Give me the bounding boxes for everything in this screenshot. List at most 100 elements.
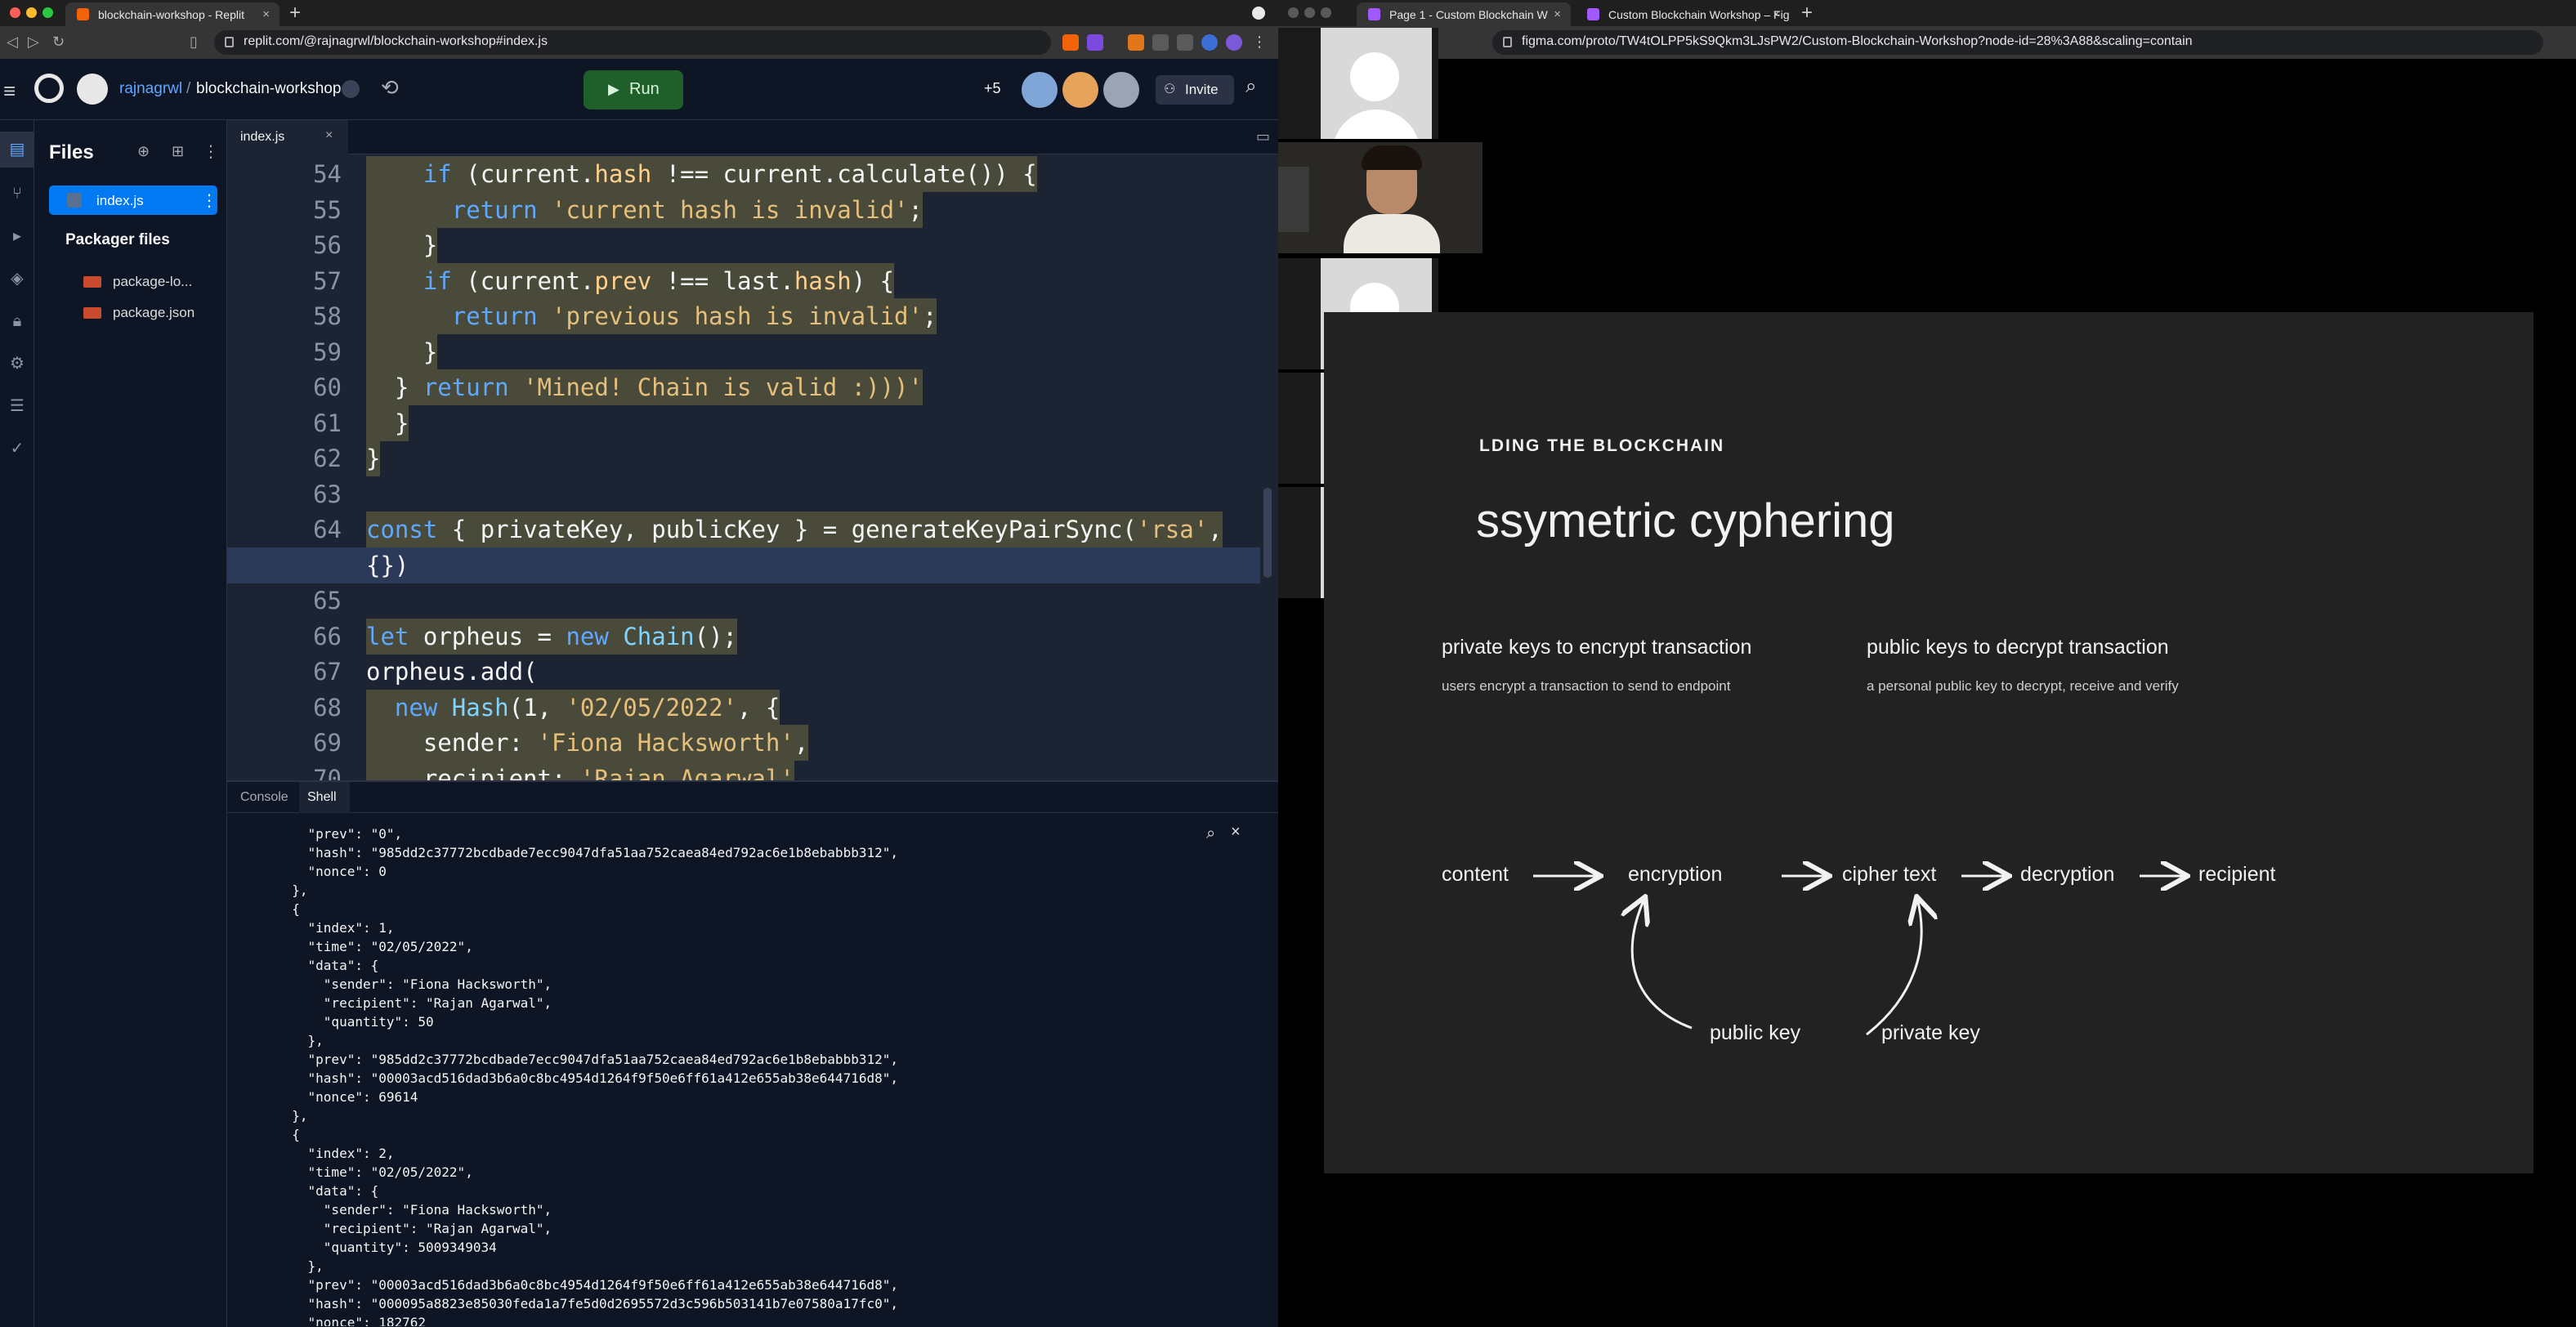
close-tab-icon[interactable]: × [1554, 7, 1561, 21]
menu-icon[interactable]: ⋮ [1252, 34, 1267, 51]
hamburger-icon[interactable]: ≡ [3, 78, 16, 104]
file-item-package-json[interactable]: package.json [83, 303, 222, 326]
new-file-icon[interactable]: ⊕ [137, 143, 150, 160]
minimize-window-button[interactable] [26, 7, 37, 18]
code-line[interactable]: 65 [227, 583, 1260, 619]
files-tool-icon[interactable]: ▤ [7, 140, 27, 159]
editor-layout-icon[interactable]: ▭ [1256, 128, 1270, 145]
tab-figma-page[interactable]: Page 1 - Custom Blockchain W × [1357, 2, 1571, 26]
profile-dot-icon[interactable] [1252, 7, 1265, 20]
url-field[interactable]: replit.com/@rajnagrwl/blockchain-worksho… [214, 30, 1051, 55]
tab-console[interactable]: Console [240, 790, 288, 805]
packages-icon[interactable]: ◈ [7, 269, 27, 288]
profile-avatar-icon[interactable] [1226, 34, 1242, 51]
close-tab-icon[interactable]: × [325, 128, 333, 143]
code-text: } [366, 333, 438, 370]
close-window-button[interactable] [1288, 7, 1299, 18]
version-control-icon[interactable]: ⑂ [7, 184, 27, 203]
shell-output-line: "data": { [276, 958, 379, 973]
code-text: {}) [366, 551, 409, 579]
avatar-icon[interactable] [1201, 34, 1218, 51]
minimize-window-button[interactable] [1304, 7, 1315, 18]
prototype-slide[interactable]: LDING THE BLOCKCHAIN ssymetric cyphering… [1324, 312, 2534, 1173]
close-tab-icon[interactable]: × [1773, 7, 1780, 21]
settings-gear-icon[interactable]: ⚙ [7, 354, 27, 373]
file-item-package-lock[interactable]: package-lo... [83, 272, 222, 295]
reload-icon[interactable]: ↻ [52, 34, 65, 51]
url-field[interactable]: figma.com/proto/TW4tOLPP5kS9Qkm3LJsPW2/C… [1492, 30, 2543, 55]
code-lines[interactable]: 54 if (current.hash !== current.calculat… [227, 154, 1260, 780]
user-avatar[interactable] [77, 74, 108, 105]
database-icon[interactable]: ☰ [7, 396, 27, 416]
code-line[interactable]: 54 if (current.hash !== current.calculat… [227, 156, 1260, 192]
code-line[interactable]: 58 return 'previous hash is invalid'; [227, 298, 1260, 334]
arrow-private-key-decryption [1866, 899, 1921, 1036]
zoom-window-button[interactable] [42, 7, 53, 18]
tab-replit[interactable]: blockchain-workshop - Replit × [65, 2, 280, 26]
collaborator-avatar[interactable] [1022, 72, 1058, 108]
code-line[interactable]: 62} [227, 440, 1260, 476]
history-icon[interactable]: ⟲ [381, 75, 399, 101]
tab-shell[interactable]: Shell [299, 782, 350, 813]
collaborator-avatar[interactable] [1103, 72, 1139, 108]
new-folder-icon[interactable]: ⊞ [172, 143, 184, 160]
code-line[interactable]: 70 recipient: 'Rajan Agarwal' [227, 760, 1260, 780]
extension-icon[interactable] [1152, 34, 1169, 51]
code-line[interactable]: 61 } [227, 404, 1260, 441]
replit-logo-icon[interactable] [34, 74, 64, 103]
secrets-lock-icon[interactable]: 🔒︎ [7, 311, 27, 331]
code-line[interactable]: 66 let orpheus = new Chain(); [227, 618, 1260, 655]
brave-rewards-icon[interactable] [1087, 34, 1103, 51]
participant-video-live[interactable] [1278, 142, 1483, 253]
code-editor[interactable]: index.js × ▭ 54 if (current.hash !== cur… [227, 120, 1278, 780]
file-menu-icon[interactable]: ⋮ [201, 190, 217, 211]
code-line[interactable]: 57 if (current.prev !== last.hash) { [227, 262, 1260, 299]
editor-scrollbar[interactable] [1263, 488, 1272, 578]
code-text: return 'current hash is invalid'; [366, 191, 923, 228]
code-line[interactable]: 69 sender: 'Fiona Hacksworth', [227, 725, 1260, 761]
new-tab-button[interactable]: + [1801, 2, 1813, 25]
close-tab-icon[interactable]: × [262, 7, 270, 21]
console-clear-icon[interactable]: × [1231, 823, 1241, 842]
files-menu-icon[interactable]: ⋮ [203, 141, 219, 162]
zoom-window-button[interactable] [1321, 7, 1331, 18]
participant-video-placeholder[interactable] [1278, 28, 1438, 139]
code-line[interactable]: 67 orpheus.add( [227, 654, 1260, 690]
repl-name[interactable]: blockchain-workshop [196, 80, 341, 98]
shell-output[interactable]: "prev": "0", "hash": "985dd2c37772bcdbad… [227, 820, 1192, 1326]
debugger-icon[interactable]: ▸ [7, 226, 27, 246]
editor-tab-bar: index.js × ▭ [227, 120, 1278, 154]
new-tab-button[interactable]: + [289, 2, 301, 25]
wallet-icon[interactable] [1177, 34, 1193, 51]
code-line[interactable]: 56 } [227, 227, 1260, 263]
code-line[interactable]: 59 } [227, 333, 1260, 370]
code-line[interactable]: 64 const { privateKey, publicKey } = gene… [227, 512, 1260, 547]
tab-figma-file[interactable]: Custom Blockchain Workshop – Fig × [1576, 2, 1790, 26]
code-line[interactable]: 68 new Hash(1, '02/05/2022', { [227, 689, 1260, 726]
code-line[interactable]: {}) [227, 547, 1260, 583]
code-line[interactable]: 60 } return 'Mined! Chain is valid :)))' [227, 369, 1260, 405]
brave-shield-icon[interactable] [1062, 34, 1079, 51]
code-line[interactable]: 63 [227, 476, 1260, 512]
back-icon[interactable]: ◁ [7, 34, 18, 51]
close-window-button[interactable] [10, 7, 20, 18]
line-number: 60 [313, 373, 342, 401]
repl-settings-icon[interactable] [342, 80, 360, 98]
search-icon[interactable]: ⌕ [1246, 75, 1256, 98]
invite-button[interactable]: ⚇ Invite [1156, 75, 1234, 105]
console-search-icon[interactable]: ⌕ [1206, 824, 1215, 843]
forward-icon[interactable]: ▷ [28, 34, 39, 51]
collaborators-count[interactable]: +5 [984, 80, 1001, 97]
editor-tab-index-js[interactable]: index.js × [227, 120, 348, 154]
run-button[interactable]: ▶ Run [584, 70, 683, 109]
collaborator-avatar[interactable] [1062, 72, 1098, 108]
line-number: 69 [313, 729, 342, 757]
participant-tile [1321, 28, 1432, 139]
code-line[interactable]: 55 return 'current hash is invalid'; [227, 191, 1260, 228]
checkmark-icon[interactable]: ✓ [7, 439, 27, 458]
user-link[interactable]: rajnagrwl [119, 80, 182, 98]
file-item-index-js[interactable]: index.js ⋮ [49, 185, 217, 215]
bookmark-icon[interactable]: ▯ [190, 34, 198, 51]
left-address-bar: ◁ ▷ ↻ ▯ replit.com/@rajnagrwl/blockchain… [0, 26, 1278, 59]
metamask-icon[interactable] [1128, 34, 1144, 51]
